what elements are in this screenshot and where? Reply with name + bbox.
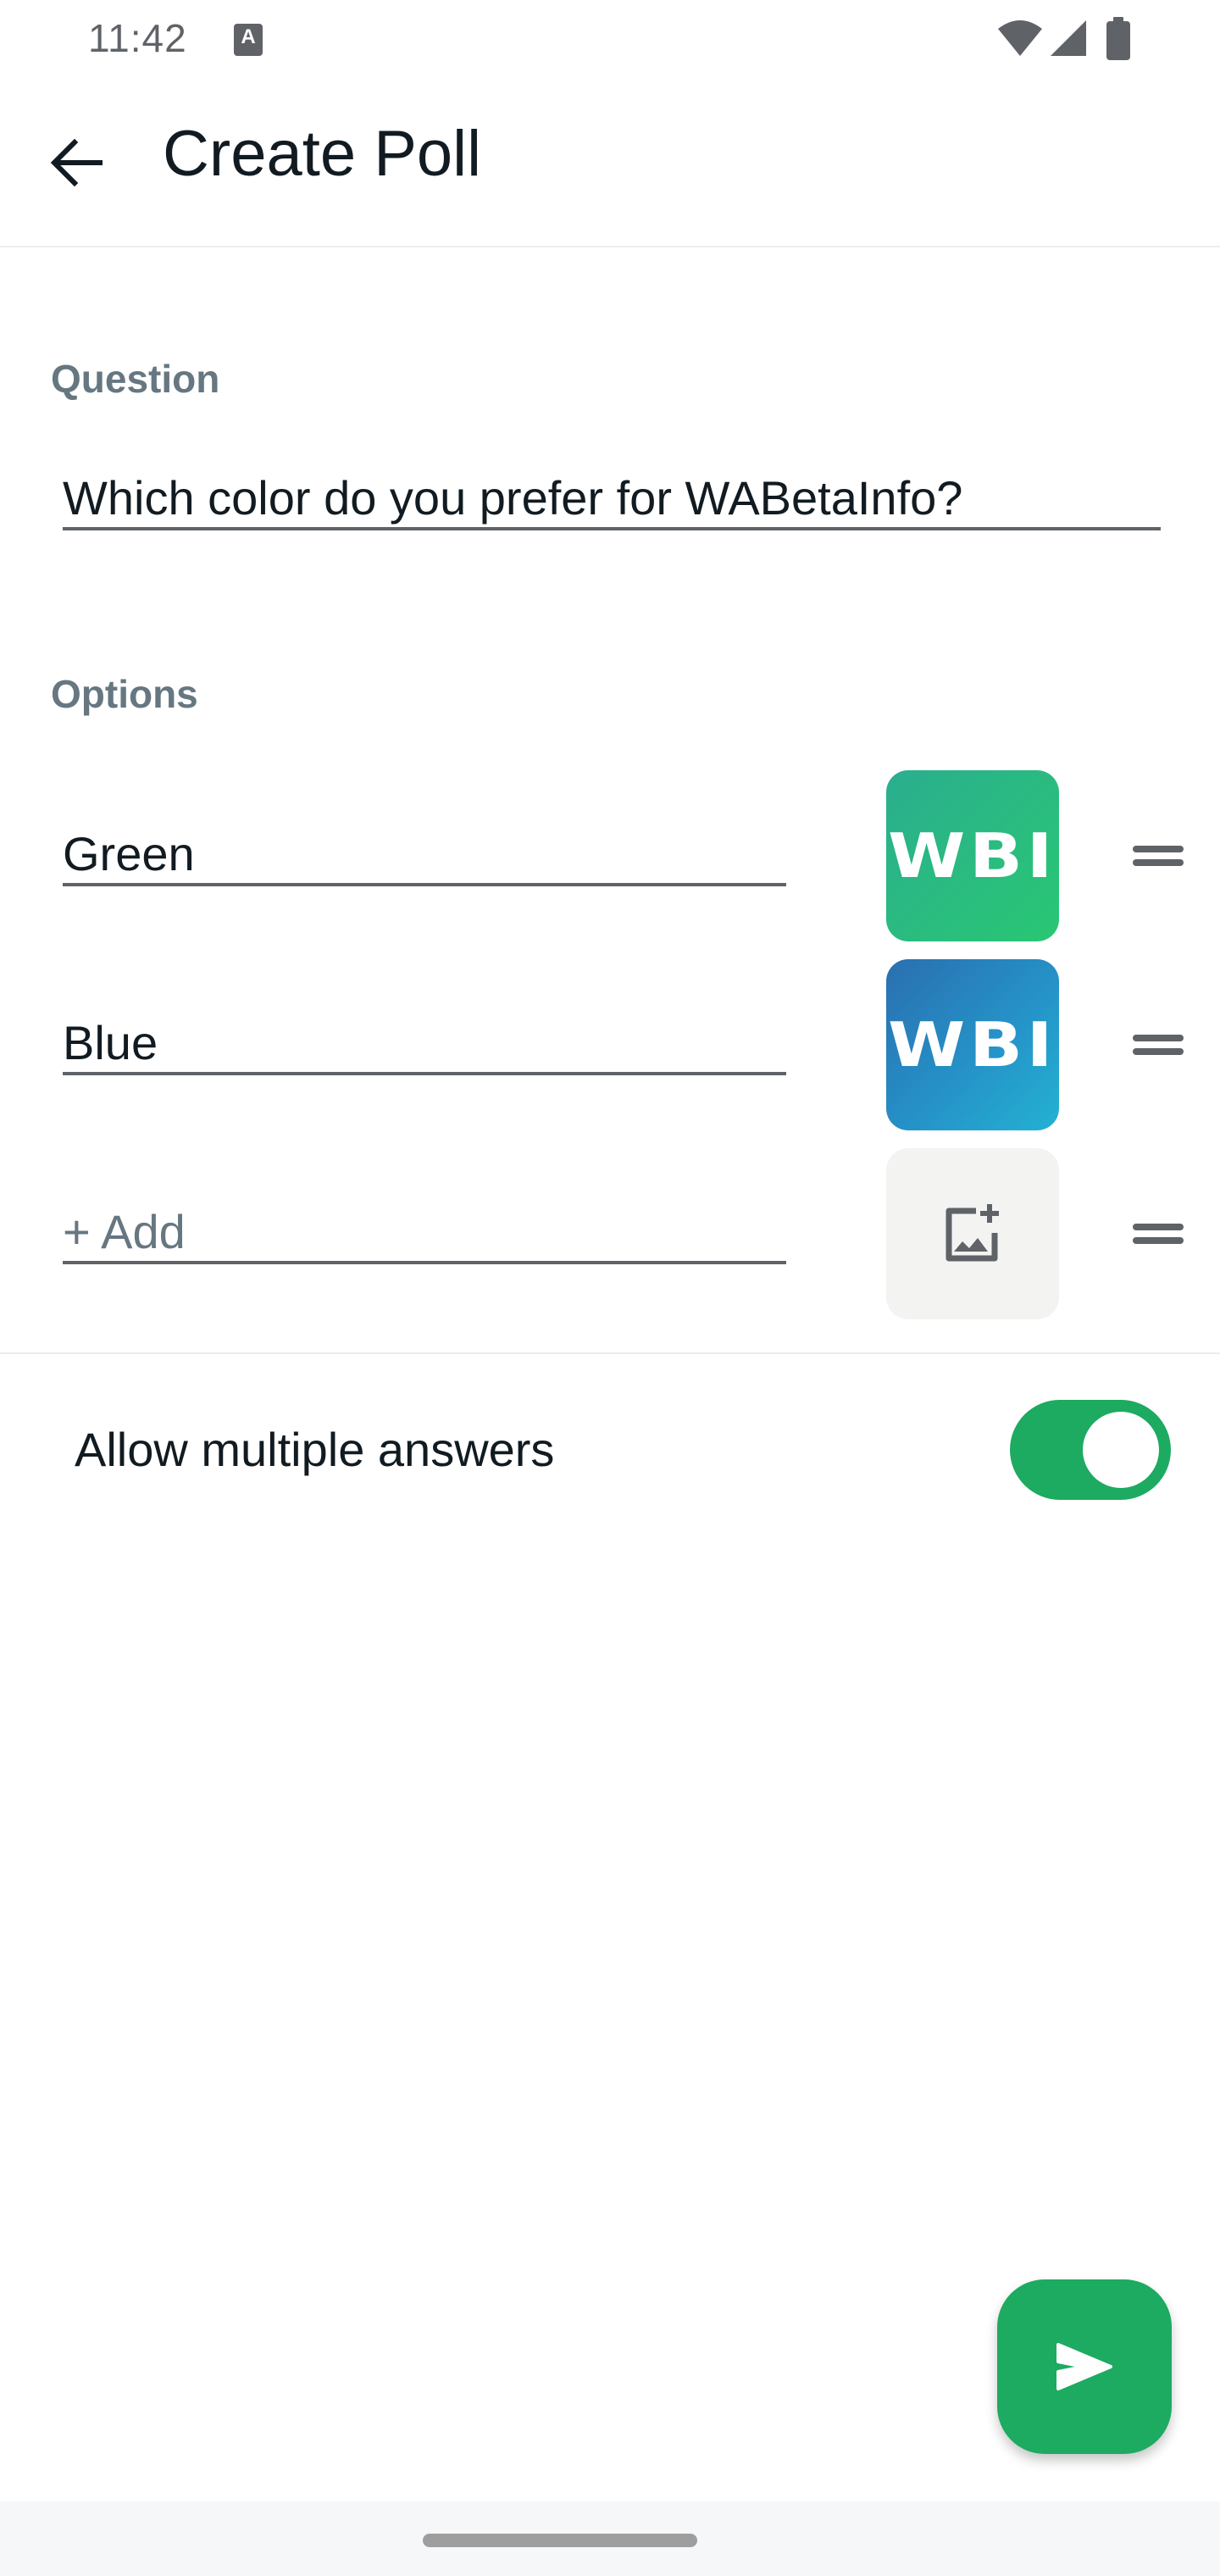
- wifi-icon: [998, 20, 1042, 56]
- send-icon: [1056, 2343, 1112, 2390]
- option-input-1[interactable]: [63, 824, 786, 883]
- wbi-logo: WBI: [888, 820, 1057, 891]
- battery-icon: [1106, 17, 1130, 60]
- home-gesture-handle[interactable]: [423, 2534, 697, 2547]
- a-keyboard-icon: A: [234, 24, 263, 61]
- wbi-logo: WBI: [888, 1009, 1057, 1080]
- toggle-knob: [1083, 1412, 1159, 1488]
- option-image-1[interactable]: WBI: [886, 770, 1059, 941]
- signal-icon: [1051, 20, 1086, 56]
- options-label: Options: [51, 672, 198, 716]
- arrow-left-icon: [50, 138, 103, 187]
- status-time: 11:42: [88, 16, 187, 60]
- option-field-2: [63, 1013, 786, 1075]
- question-label: Question: [51, 357, 220, 401]
- add-image-button[interactable]: [886, 1148, 1059, 1319]
- option-field-1: [63, 824, 786, 886]
- allow-multiple-label: Allow multiple answers: [75, 1423, 555, 1476]
- add-option-input[interactable]: [63, 1202, 786, 1261]
- drag-handle-icon[interactable]: [1127, 830, 1190, 881]
- question-input[interactable]: [63, 468, 1161, 527]
- question-field: [63, 468, 1161, 530]
- app-bar: Create Poll: [0, 78, 1220, 247]
- send-button[interactable]: [997, 2279, 1172, 2454]
- back-button[interactable]: [34, 120, 119, 205]
- option-image-2[interactable]: WBI: [886, 959, 1059, 1130]
- add-image-icon: [946, 1204, 999, 1262]
- option-field-3: [63, 1202, 786, 1264]
- allow-multiple-toggle[interactable]: [1010, 1400, 1171, 1500]
- navigation-bar: [0, 2501, 1220, 2576]
- drag-handle-icon[interactable]: [1127, 1019, 1190, 1070]
- status-bar: 11:42 A: [0, 0, 1220, 78]
- divider: [0, 1352, 1220, 1354]
- page-title: Create Poll: [163, 118, 481, 190]
- drag-handle-icon[interactable]: [1127, 1208, 1190, 1259]
- option-input-2[interactable]: [63, 1013, 786, 1072]
